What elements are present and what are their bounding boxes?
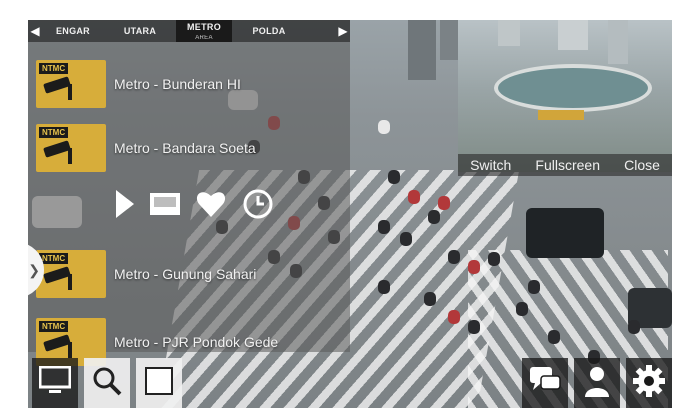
tab-engar[interactable]: ENGAR <box>42 26 104 36</box>
tab-polda[interactable]: POLDA <box>232 26 306 36</box>
fullscreen-button[interactable]: Fullscreen <box>535 157 600 173</box>
camera-thumbnail: NTMC <box>36 250 106 298</box>
user-icon <box>583 365 611 402</box>
chat-button[interactable] <box>522 358 568 408</box>
chat-icon <box>529 366 561 401</box>
switch-button[interactable]: Switch <box>470 157 511 173</box>
tab-metro-label: METRO <box>187 22 221 32</box>
chevron-right-icon[interactable]: ▶ <box>336 24 350 38</box>
camera-label: Metro - Gunung Sahari <box>114 266 257 282</box>
pip-window[interactable] <box>458 20 672 172</box>
area-tabs: ◀ ENGAR UTARA METRO AREA POLDA ▶ <box>28 20 350 42</box>
camera-list-item[interactable]: NTMC Metro - Bunderan HI <box>28 58 350 110</box>
search-icon <box>92 366 122 401</box>
chevron-right-icon: ❯ <box>28 261 40 278</box>
close-button[interactable]: Close <box>624 157 660 173</box>
camera-list-item[interactable]: NTMC Metro - Gunung Sahari <box>28 248 350 300</box>
camera-controls <box>116 188 274 220</box>
heart-icon[interactable] <box>196 190 226 218</box>
pip-controls: Switch Fullscreen Close <box>458 154 672 176</box>
gear-icon <box>633 364 665 402</box>
monitor-button[interactable] <box>32 358 78 408</box>
settings-button[interactable] <box>626 358 672 408</box>
search-button[interactable] <box>84 358 130 408</box>
square-icon <box>145 366 173 400</box>
camera-label: Metro - PJR Pondok Gede <box>114 334 279 350</box>
screen-icon[interactable] <box>150 193 180 215</box>
camera-label: Metro - Bunderan HI <box>114 76 241 92</box>
square-button[interactable] <box>136 358 182 408</box>
monitor-icon <box>38 365 72 401</box>
profile-button[interactable] <box>574 358 620 408</box>
camera-label: Metro - Bandara Soeta <box>114 140 256 156</box>
app-screen: NTMC Metro - Bunderan HI NTMC Metro - Ba… <box>28 20 672 408</box>
play-icon[interactable] <box>116 190 134 218</box>
clock-icon[interactable] <box>242 188 274 220</box>
tab-metro[interactable]: METRO AREA <box>176 20 232 42</box>
tab-metro-sub: AREA <box>195 35 213 41</box>
tab-utara[interactable]: UTARA <box>104 26 176 36</box>
camera-thumbnail: NTMC <box>36 124 106 172</box>
chevron-left-icon[interactable]: ◀ <box>28 24 42 38</box>
camera-thumbnail: NTMC <box>36 60 106 108</box>
camera-list-item[interactable]: NTMC Metro - Bandara Soeta <box>28 122 350 174</box>
